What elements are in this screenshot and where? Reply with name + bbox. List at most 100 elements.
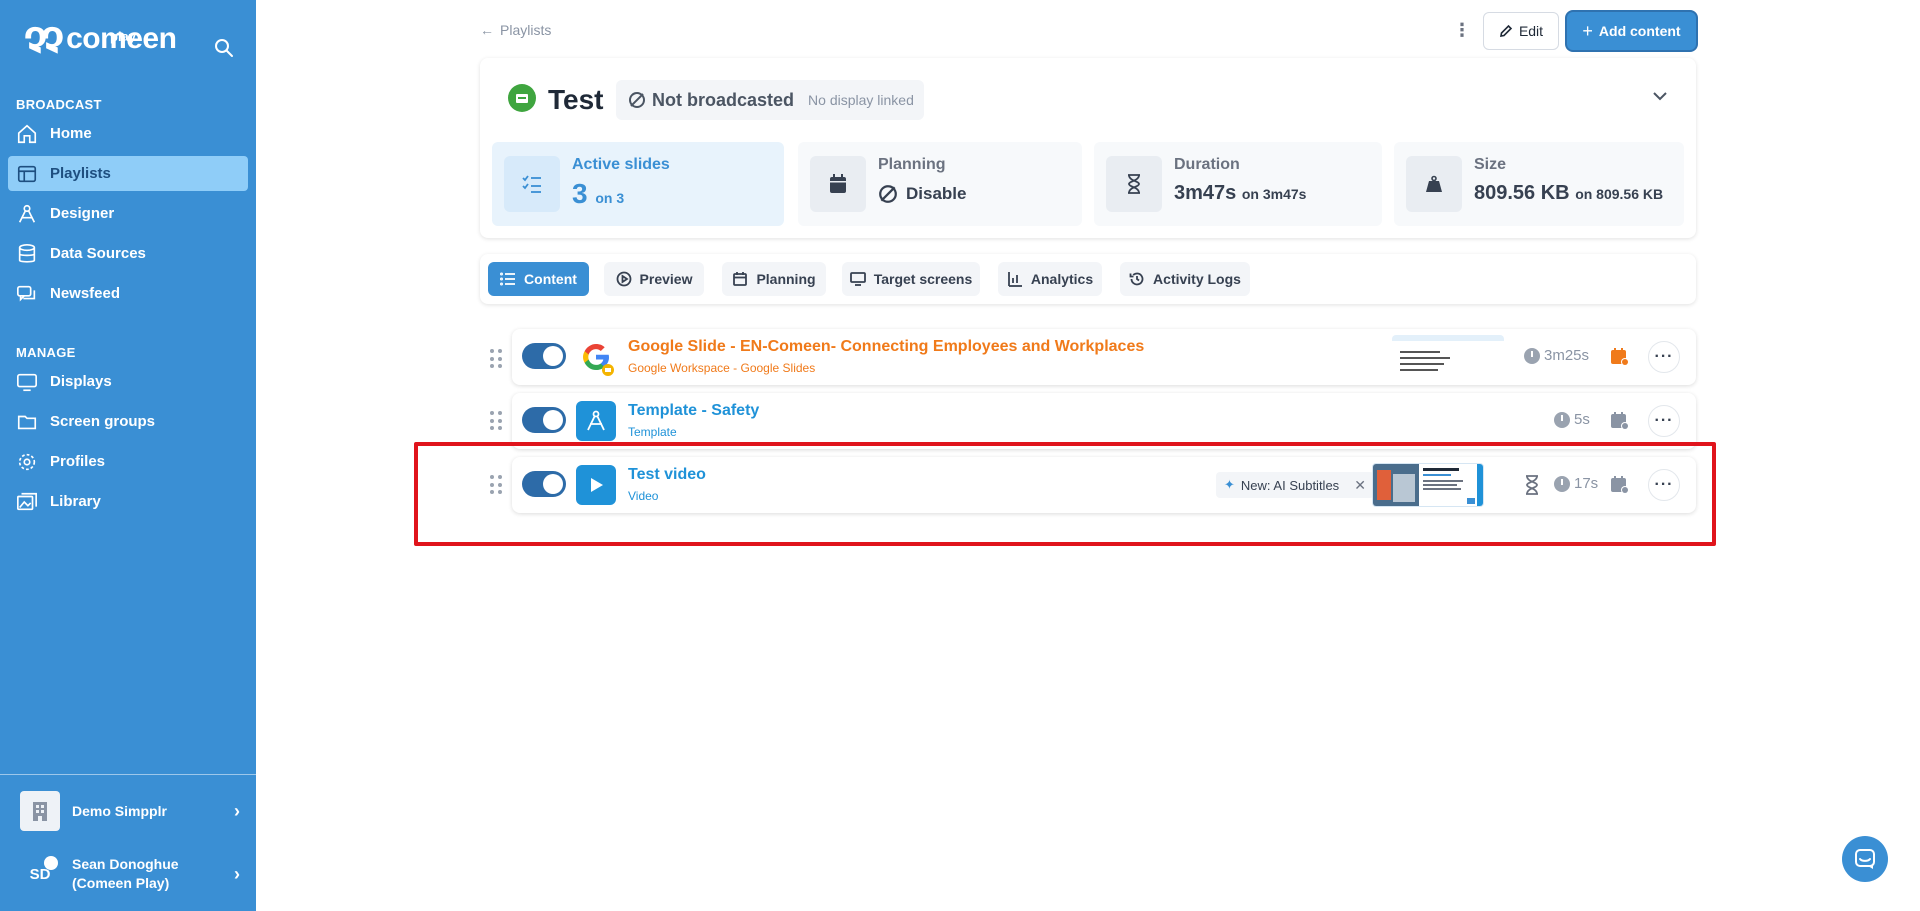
comeen-logo-icon: ՉՉ [24, 22, 64, 60]
sidebar-item-data-sources[interactable]: Data Sources [8, 236, 248, 271]
ai-chip-label: New: AI Subtitles [1240, 477, 1340, 493]
stat-value: 809.56 KB on 809.56 KB [1474, 182, 1664, 204]
drag-handle-icon[interactable] [490, 475, 502, 495]
slide-card[interactable]: Google Slide - EN-Comeen- Connecting Emp… [512, 329, 1696, 385]
back-to-playlists-link[interactable]: ← Playlists [480, 22, 551, 38]
tab-analytics[interactable]: Analytics [998, 262, 1102, 296]
sidebar-item-playlists[interactable]: Playlists [8, 156, 248, 191]
stat-value: Disable [878, 184, 966, 204]
playlist-tabs: Content Preview Planning Target screens … [480, 254, 1696, 304]
gear-icon [16, 451, 38, 473]
slide-title[interactable]: Google Slide - EN-Comeen- Connecting Emp… [628, 338, 1144, 356]
calendar-schedule-icon[interactable] [1610, 475, 1630, 495]
slide-duration: 5s [1554, 411, 1590, 428]
template-icon [576, 401, 616, 441]
page-title: Test [548, 84, 604, 115]
organization-name: Demo Simpplr [72, 803, 167, 819]
slide-card[interactable]: Test video Video ✦ New: AI Subtitles ✕ 1… [512, 457, 1696, 513]
user-menu[interactable]: SD Sean Donoghue (Comeen Play) › [20, 852, 240, 896]
slide-more-button[interactable]: ··· [1648, 341, 1680, 373]
calendar-schedule-icon[interactable] [1610, 411, 1630, 431]
tab-preview[interactable]: Preview [604, 262, 704, 296]
hourglass-icon [1526, 475, 1538, 495]
calendar-icon [810, 156, 866, 212]
monitor-icon [849, 272, 866, 286]
comeen-logo[interactable]: ՉՉ comeen [24, 22, 177, 60]
chevron-right-icon: › [234, 863, 240, 884]
status-badge: Not broadcasted No display linked [616, 80, 924, 120]
organization-switcher[interactable]: Demo Simpplr › [20, 791, 240, 831]
designer-icon [16, 203, 38, 225]
chat-support-button[interactable] [1842, 836, 1888, 882]
slide-card[interactable]: Template - Safety Template 5s ··· [512, 393, 1696, 449]
library-icon [16, 491, 38, 513]
clock-icon [1524, 347, 1540, 364]
sidebar-divider [0, 774, 256, 775]
slide-type: Google Workspace - Google Slides [628, 361, 816, 375]
chat-icon [1855, 849, 1875, 869]
bar-chart-icon [1007, 272, 1022, 287]
slide-preview-thumbnail[interactable] [1392, 335, 1504, 379]
more-options-icon[interactable]: ⋮ [1453, 20, 1471, 42]
slide-preview-thumbnail[interactable] [1372, 463, 1484, 507]
close-icon[interactable]: ✕ [1354, 477, 1366, 494]
sidebar-item-label: Newsfeed [50, 285, 121, 302]
stat-label: Planning [878, 156, 946, 173]
list-item: Google Slide - EN-Comeen- Connecting Emp… [480, 329, 1696, 385]
checklist-icon [504, 156, 560, 212]
slide-enabled-toggle[interactable] [522, 407, 566, 433]
display-icon [16, 371, 38, 393]
stat-label: Duration [1174, 156, 1240, 173]
stat-label: Active slides [572, 156, 670, 173]
slide-title[interactable]: Template - Safety [628, 402, 759, 420]
tab-planning[interactable]: Planning [722, 262, 826, 296]
slide-enabled-toggle[interactable] [522, 343, 566, 369]
user-name: Sean Donoghue [72, 856, 179, 872]
sidebar-item-screen-groups[interactable]: Screen groups [8, 404, 248, 439]
calendar-icon [733, 272, 748, 286]
sidebar-item-label: Playlists [50, 165, 111, 182]
folder-icon [16, 411, 38, 433]
section-manage: MANAGE [16, 345, 76, 360]
home-icon [16, 123, 38, 145]
slide-title[interactable]: Test video [628, 466, 706, 484]
slide-more-button[interactable]: ··· [1648, 469, 1680, 501]
calendar-schedule-icon[interactable] [1610, 347, 1630, 367]
sidebar-item-designer[interactable]: Designer [8, 196, 248, 231]
clock-icon [1554, 411, 1570, 428]
tab-activity-logs[interactable]: Activity Logs [1120, 262, 1250, 296]
user-name-secondary: (Comeen Play) [72, 875, 170, 891]
add-content-button[interactable]: + Add content [1567, 12, 1696, 50]
stat-size: Size 809.56 KB on 809.56 KB [1394, 142, 1684, 226]
weight-icon [1406, 156, 1462, 212]
stat-planning: Planning Disable [798, 142, 1082, 226]
avatar: SD [20, 854, 60, 894]
section-broadcast: BROADCAST [16, 97, 102, 112]
drag-handle-icon[interactable] [490, 349, 502, 369]
arrow-left-icon: ← [480, 22, 494, 38]
edit-button-label: Edit [1518, 23, 1544, 39]
database-icon [16, 243, 38, 265]
search-icon[interactable] [214, 38, 234, 58]
slide-more-button[interactable]: ··· [1648, 405, 1680, 437]
back-link-label: Playlists [500, 22, 552, 38]
ai-subtitles-chip[interactable]: ✦ New: AI Subtitles ✕ [1216, 472, 1374, 498]
sidebar-item-displays[interactable]: Displays [8, 364, 248, 399]
chevron-down-icon[interactable] [1652, 88, 1668, 106]
list-item: Test video Video ✦ New: AI Subtitles ✕ 1… [480, 457, 1696, 513]
edit-button[interactable]: Edit [1483, 12, 1559, 50]
sidebar-item-library[interactable]: Library [8, 484, 248, 519]
stat-label: Size [1474, 156, 1507, 173]
google-logo-icon [576, 337, 616, 377]
sidebar-item-newsfeed[interactable]: Newsfeed [8, 276, 248, 311]
slide-enabled-toggle[interactable] [522, 471, 566, 497]
user-badge-icon [44, 856, 58, 870]
sidebar-item-profiles[interactable]: Profiles [8, 444, 248, 479]
tab-target-screens[interactable]: Target screens [842, 262, 980, 296]
slide-type: Template [628, 425, 677, 439]
drag-handle-icon[interactable] [490, 411, 502, 431]
stat-active-slides[interactable]: Active slides 3 on 3 [492, 142, 784, 226]
sidebar-item-home[interactable]: Home [8, 116, 248, 151]
tab-content[interactable]: Content [488, 262, 589, 296]
sidebar: ՉՉ comeen play BROADCAST Home Playlists … [0, 0, 256, 911]
